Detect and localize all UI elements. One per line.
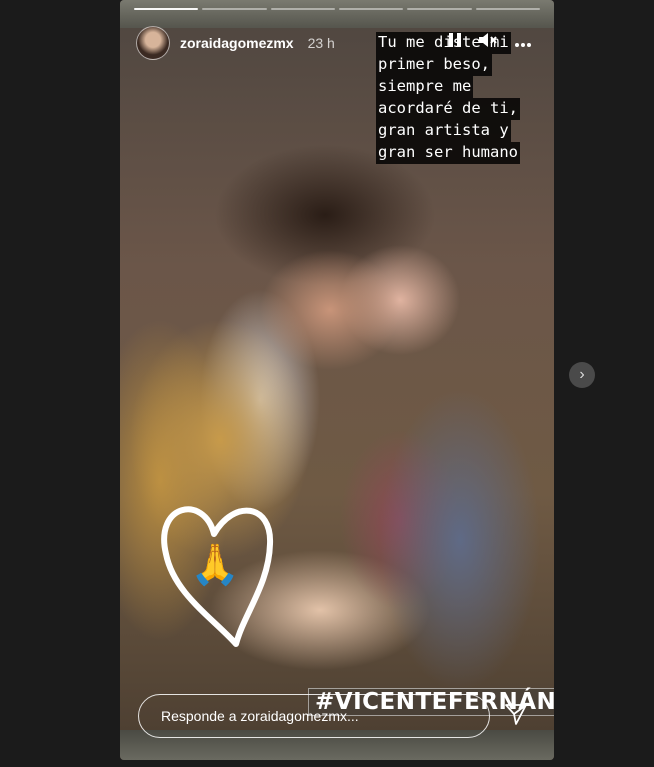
progress-segment	[475, 8, 540, 10]
photo-frame-top	[120, 0, 554, 28]
progress-segment	[134, 8, 199, 10]
progress-segment	[270, 8, 335, 10]
story-caption: Tu me diste mi primer beso, siempre me a…	[376, 32, 520, 164]
story-viewer[interactable]: zoraidagomezmx 23 h Tu me diste mi prime…	[120, 0, 554, 760]
story-progress-bar	[134, 8, 540, 10]
praying-hands-icon: 🙏	[190, 543, 240, 587]
pause-icon[interactable]	[448, 32, 462, 51]
caption-line: primer beso,	[376, 54, 492, 76]
story-header: zoraidagomezmx 23 h	[136, 26, 335, 60]
caption-line: gran ser humano	[376, 142, 520, 164]
progress-segment	[202, 8, 267, 10]
progress-segment	[407, 8, 472, 10]
caption-line: siempre me	[376, 76, 474, 98]
post-time: 23 h	[307, 35, 335, 51]
caption-line: acordaré de ti,	[376, 98, 520, 120]
username[interactable]: zoraidagomezmx	[180, 35, 294, 51]
avatar[interactable]	[136, 26, 170, 60]
chevron-right-icon[interactable]: ›	[569, 362, 595, 388]
send-icon[interactable]	[504, 702, 528, 726]
progress-segment	[338, 8, 404, 10]
story-controls	[448, 32, 532, 51]
mute-icon[interactable]	[478, 32, 498, 51]
reply-input[interactable]: Responde a zoraidagomezmx...	[138, 694, 490, 738]
more-options-icon[interactable]	[514, 33, 532, 51]
caption-line: gran artista y	[376, 120, 511, 142]
